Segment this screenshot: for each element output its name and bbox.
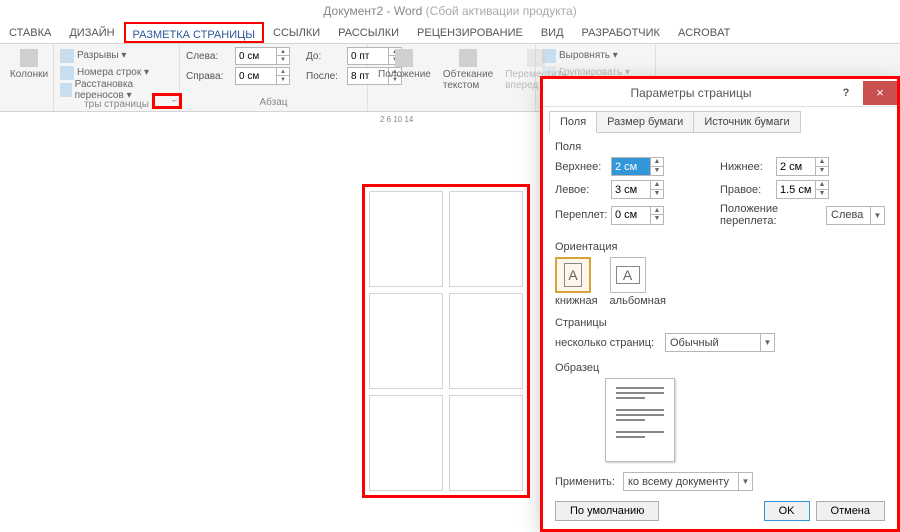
left-margin-spinner[interactable]: ▲▼ [611, 180, 664, 199]
page-thumbnails [362, 184, 530, 498]
bottom-margin-spinner[interactable]: ▲▼ [776, 157, 829, 176]
gutter-pos-label: Положение переплета: [720, 203, 826, 227]
dialog-title-bar: Параметры страницы ? × [543, 79, 897, 107]
space-after-label: После: [306, 71, 344, 82]
window-title-bar: Документ2 - Word (Сбой активации продукт… [0, 0, 900, 22]
tab-references[interactable]: ССЫЛКИ [264, 22, 329, 43]
page-thumb[interactable] [449, 395, 523, 491]
pages-section-title: Страницы [555, 317, 885, 329]
margins-section-title: Поля [555, 141, 885, 153]
portrait-icon: A [564, 263, 582, 287]
orientation-section-title: Ориентация [555, 241, 885, 253]
dialog-tab-source[interactable]: Источник бумаги [693, 111, 800, 133]
page-thumb[interactable] [369, 293, 443, 389]
breaks-icon [60, 49, 74, 63]
landscape-icon: A [616, 266, 640, 284]
cancel-button[interactable]: Отмена [816, 501, 885, 521]
chevron-down-icon[interactable]: ▼ [760, 334, 774, 351]
dialog-title: Параметры страницы [553, 86, 829, 100]
indent-left-label: Слева: [186, 51, 232, 62]
apply-to-select[interactable]: ко всему документу▼ [623, 472, 753, 491]
wrap-button[interactable]: Обтекание текстом [439, 47, 497, 93]
tab-insert[interactable]: СТАВКА [0, 22, 60, 43]
line-numbers-icon [60, 66, 74, 80]
chevron-down-icon[interactable]: ▼ [738, 473, 752, 490]
space-before-label: До: [306, 51, 344, 62]
top-margin-spinner[interactable]: ▲▼ [611, 157, 664, 176]
multi-pages-label: несколько страниц: [555, 337, 665, 349]
gutter-spinner[interactable]: ▲▼ [611, 206, 664, 225]
chevron-down-icon[interactable]: ▼ [870, 207, 884, 224]
left-margin-label: Левое: [555, 184, 611, 196]
tab-view[interactable]: ВИД [532, 22, 573, 43]
columns-button[interactable]: Колонки [6, 47, 52, 82]
defaults-button[interactable]: По умолчанию [555, 501, 659, 521]
page-thumb[interactable] [449, 191, 523, 287]
dialog-tabs: Поля Размер бумаги Источник бумаги [549, 111, 891, 133]
preview-box [605, 378, 675, 462]
indent-right-spinner[interactable]: ▲▼ [235, 67, 290, 85]
apply-to-label: Применить: [555, 476, 623, 488]
page-thumb[interactable] [369, 395, 443, 491]
tab-review[interactable]: РЕЦЕНЗИРОВАНИЕ [408, 22, 532, 43]
multi-pages-select[interactable]: Обычный▼ [665, 333, 775, 352]
ok-button[interactable]: OK [764, 501, 810, 521]
dialog-help-button[interactable]: ? [829, 81, 863, 105]
top-margin-label: Верхнее: [555, 161, 611, 173]
tab-acrobat[interactable]: ACROBAT [669, 22, 739, 43]
ribbon-tabs: СТАВКА ДИЗАЙН РАЗМЕТКА СТРАНИЦЫ ССЫЛКИ Р… [0, 22, 900, 44]
wrap-icon [459, 49, 477, 67]
window-title: Документ2 - Word [323, 4, 422, 18]
orientation-landscape[interactable]: A альбомная [610, 257, 666, 307]
gutter-label: Переплет: [555, 209, 611, 221]
dialog-tab-paper[interactable]: Размер бумаги [596, 111, 694, 133]
bottom-margin-label: Нижнее: [720, 161, 776, 173]
page-setup-launcher[interactable]: ⌐ [152, 93, 182, 109]
window-subtitle: (Сбой активации продукта) [426, 4, 577, 18]
tab-design[interactable]: ДИЗАЙН [60, 22, 123, 43]
position-icon [395, 49, 413, 67]
paragraph-group-label: Абзац [186, 96, 361, 109]
page-thumb[interactable] [449, 293, 523, 389]
page-thumb[interactable] [369, 191, 443, 287]
indent-right-label: Справа: [186, 71, 232, 82]
dialog-tab-margins[interactable]: Поля [549, 111, 597, 133]
hyphenation-icon [60, 83, 72, 97]
tab-developer[interactable]: РАЗРАБОТЧИК [573, 22, 669, 43]
tab-mailings[interactable]: РАССЫЛКИ [329, 22, 408, 43]
dialog-close-button[interactable]: × [863, 81, 897, 105]
gutter-pos-select[interactable]: Слева▼ [826, 206, 885, 225]
right-margin-label: Правое: [720, 184, 776, 196]
columns-icon [20, 49, 38, 67]
indent-left-spinner[interactable]: ▲▼ [235, 47, 290, 65]
position-button[interactable]: Положение [374, 47, 435, 93]
breaks-button[interactable]: Разрывы ▾ [60, 47, 173, 64]
right-margin-spinner[interactable]: ▲▼ [776, 180, 829, 199]
tab-layout[interactable]: РАЗМЕТКА СТРАНИЦЫ [124, 22, 264, 43]
page-setup-dialog: Параметры страницы ? × Поля Размер бумаг… [540, 76, 900, 532]
orientation-portrait[interactable]: A книжная [555, 257, 598, 307]
preview-section-title: Образец [555, 362, 885, 374]
